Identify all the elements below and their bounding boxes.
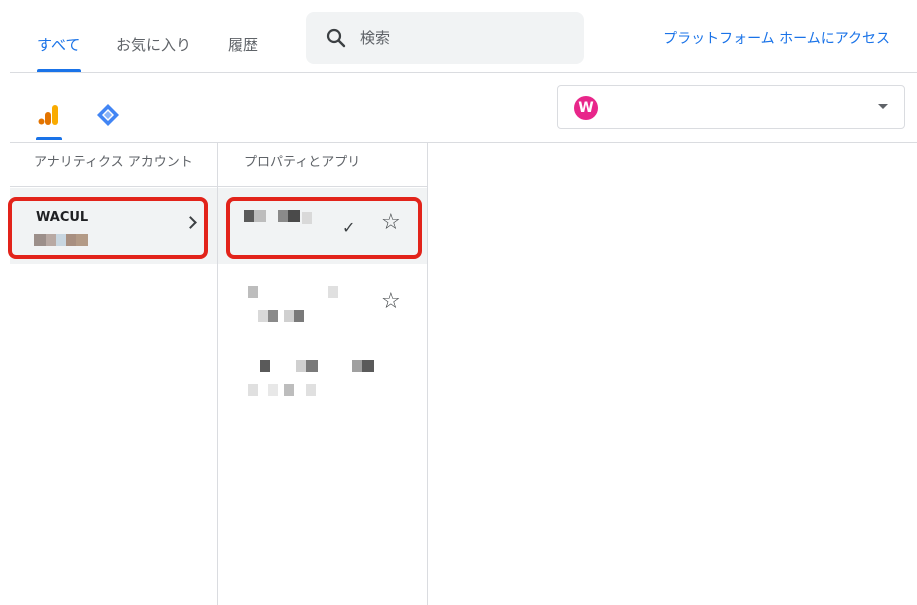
tab-all[interactable]: すべて	[37, 34, 80, 55]
search-icon	[326, 28, 346, 48]
highlight-property	[226, 197, 422, 259]
search-input[interactable]	[360, 26, 570, 50]
product-switcher: W	[10, 73, 917, 143]
tab-history[interactable]: 履歴	[228, 34, 258, 55]
analytics-account-picker: すべて お気に入り 履歴 プラットフォーム ホームにアクセス W	[8, 0, 917, 605]
account-selector[interactable]: W	[557, 85, 905, 129]
chevron-down-icon	[878, 104, 888, 109]
accounts-column: アナリティクス アカウント WACUL	[8, 143, 218, 605]
properties-column: プロパティとアプリ ✓ ☆ ☆	[218, 143, 428, 605]
property-item[interactable]	[218, 340, 427, 416]
active-product-indicator	[36, 137, 62, 140]
search-box[interactable]	[306, 12, 584, 64]
tag-manager-icon[interactable]	[96, 103, 120, 127]
active-tab-indicator	[37, 69, 81, 72]
star-icon[interactable]: ☆	[381, 291, 401, 313]
property-item[interactable]: ☆	[218, 264, 427, 340]
highlight-account	[8, 197, 208, 259]
platform-home-link[interactable]: プラットフォーム ホームにアクセス	[663, 28, 890, 48]
picker-header: すべて お気に入り 履歴 プラットフォーム ホームにアクセス	[10, 0, 917, 73]
accounts-column-header: アナリティクス アカウント	[10, 143, 217, 187]
account-avatar: W	[574, 96, 598, 120]
tab-favorites[interactable]: お気に入り	[116, 34, 191, 55]
properties-column-header: プロパティとアプリ	[218, 143, 427, 187]
analytics-icon[interactable]	[38, 103, 60, 127]
